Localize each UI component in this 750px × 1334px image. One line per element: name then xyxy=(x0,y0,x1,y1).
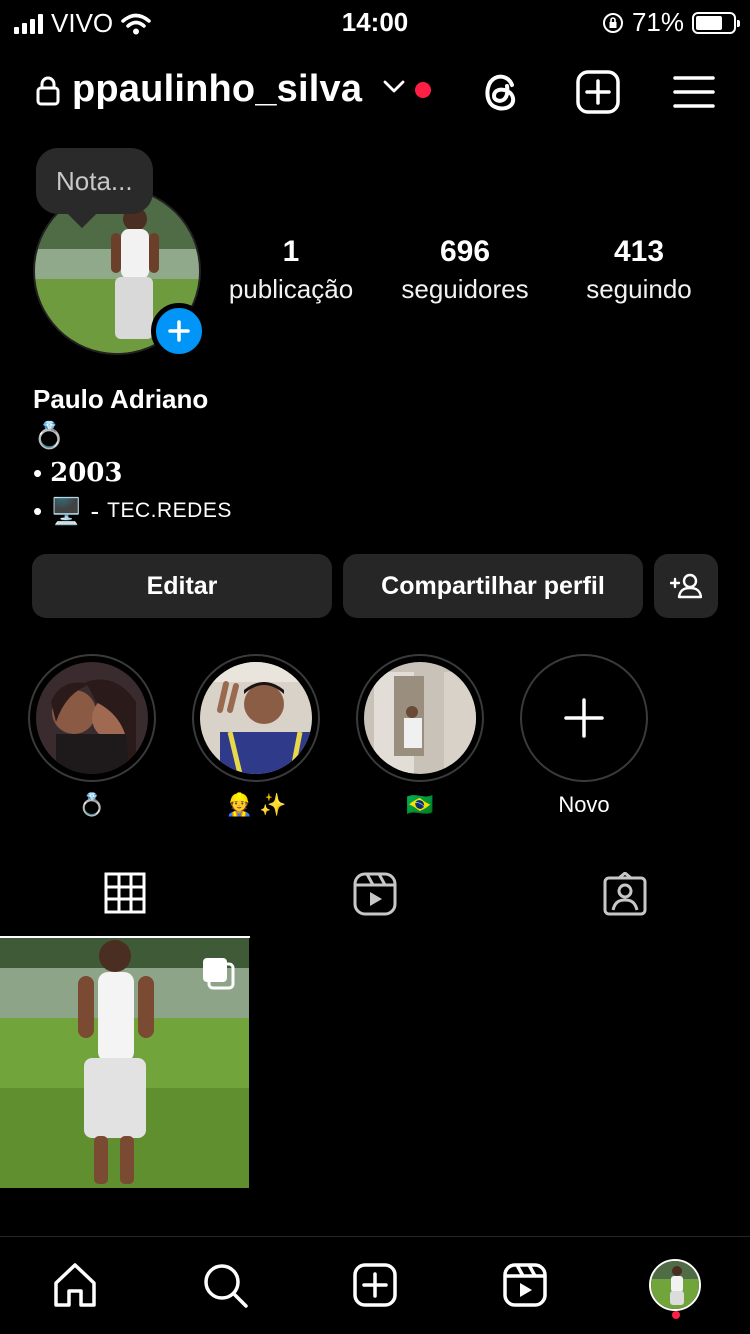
bio-course: TEC.REDES xyxy=(107,499,232,522)
highlight-caption: 💍 xyxy=(78,792,106,817)
bio-bullet: • xyxy=(33,496,43,526)
post-thumbnail[interactable] xyxy=(0,938,249,1188)
reels-icon xyxy=(353,872,397,916)
chevron-down-icon[interactable] xyxy=(383,80,405,94)
profile-header: ppaulinho_silva xyxy=(0,62,750,122)
stat-posts[interactable]: 1 publicação xyxy=(221,234,361,308)
new-highlight-ring[interactable] xyxy=(520,654,648,782)
tab-grid[interactable] xyxy=(0,860,250,938)
new-highlight-label: Novo xyxy=(558,792,610,817)
tagged-icon xyxy=(603,872,647,916)
stat-following[interactable]: 413 seguindo xyxy=(576,234,702,308)
tab-tagged[interactable] xyxy=(500,860,750,938)
notification-dot xyxy=(415,82,431,98)
menu-button[interactable] xyxy=(670,68,718,116)
highlight-item[interactable]: 💍 xyxy=(28,654,156,818)
battery-icon xyxy=(692,11,740,34)
lock-icon xyxy=(36,76,60,106)
stat-followers[interactable]: 696 seguidores xyxy=(392,234,538,308)
highlight-ring[interactable] xyxy=(356,654,484,782)
nav-profile[interactable] xyxy=(649,1259,701,1311)
highlight-cover xyxy=(364,662,476,774)
stat-following-count: 413 xyxy=(613,235,665,268)
bio-dash: - xyxy=(90,496,100,526)
edit-profile-button[interactable]: Editar xyxy=(32,554,332,618)
menu-icon xyxy=(673,76,715,108)
status-right: 71% xyxy=(602,7,740,38)
create-post-button[interactable] xyxy=(574,68,622,116)
display-name: Paulo Adriano xyxy=(33,384,209,414)
nav-search[interactable] xyxy=(199,1259,251,1311)
tab-reels[interactable] xyxy=(250,860,500,938)
battery-percent: 71% xyxy=(631,7,684,37)
bottom-navigation xyxy=(0,1236,750,1334)
add-person-icon xyxy=(670,573,702,599)
stat-followers-label: seguidores xyxy=(401,274,529,304)
wifi-icon xyxy=(121,13,151,34)
highlight-cover xyxy=(200,662,312,774)
bio-line-ring: 💍 xyxy=(33,416,232,454)
add-story-button[interactable] xyxy=(151,303,207,359)
stat-following-label: seguindo xyxy=(586,274,692,304)
nav-reels[interactable] xyxy=(499,1259,551,1311)
bio-line-year: • 2003 xyxy=(33,454,232,492)
profile-bio: Paulo Adriano 💍 • 2003 • 🖥️ - TEC.REDES xyxy=(33,382,232,530)
highlight-ring[interactable] xyxy=(192,654,320,782)
status-bar: VIVO 14:00 71% xyxy=(0,0,750,44)
nav-home[interactable] xyxy=(49,1259,101,1311)
bio-line-course: • 🖥️ - TEC.REDES xyxy=(33,492,232,530)
highlight-item[interactable]: 👷 ✨ xyxy=(192,654,320,818)
signal-icon xyxy=(14,13,43,34)
highlight-caption: 🇧🇷 xyxy=(406,792,434,817)
rotation-lock-icon xyxy=(602,12,623,33)
note-bubble[interactable]: Nota... xyxy=(36,148,153,214)
discover-people-button[interactable] xyxy=(654,554,718,618)
nav-create[interactable] xyxy=(349,1259,401,1311)
share-profile-button[interactable]: Compartilhar perfil xyxy=(343,554,643,618)
profile-tabs xyxy=(0,860,750,938)
computer-emoji: 🖥️ xyxy=(50,496,83,526)
carrier-group: VIVO xyxy=(14,8,151,39)
highlight-caption: 👷 ✨ xyxy=(225,792,287,817)
stat-followers-count: 696 xyxy=(439,235,491,268)
carousel-icon xyxy=(203,958,235,990)
threads-icon xyxy=(485,74,516,111)
username-switcher[interactable]: ppaulinho_silva xyxy=(72,68,362,111)
bio-bullet: • xyxy=(33,458,43,488)
new-highlight[interactable]: Novo xyxy=(520,654,648,818)
highlight-ring[interactable] xyxy=(28,654,156,782)
plus-icon xyxy=(168,320,190,342)
bio-year: 2003 xyxy=(50,458,123,488)
home-icon xyxy=(54,1263,96,1307)
grid-icon xyxy=(104,872,146,914)
highlight-item[interactable]: 🇧🇷 xyxy=(356,654,484,818)
profile-notification-dot xyxy=(672,1311,680,1319)
stat-posts-label: publicação xyxy=(228,274,354,304)
create-icon xyxy=(353,1263,397,1307)
ring-emoji: 💍 xyxy=(33,420,66,450)
create-post-icon xyxy=(576,70,620,114)
profile-nav-avatar xyxy=(649,1259,701,1311)
threads-button[interactable] xyxy=(477,68,525,116)
highlight-cover xyxy=(36,662,148,774)
carrier-name: VIVO xyxy=(51,8,114,38)
search-icon xyxy=(204,1264,248,1308)
plus-icon xyxy=(564,698,604,738)
stat-posts-count: 1 xyxy=(282,235,300,268)
reels-icon xyxy=(503,1263,547,1307)
